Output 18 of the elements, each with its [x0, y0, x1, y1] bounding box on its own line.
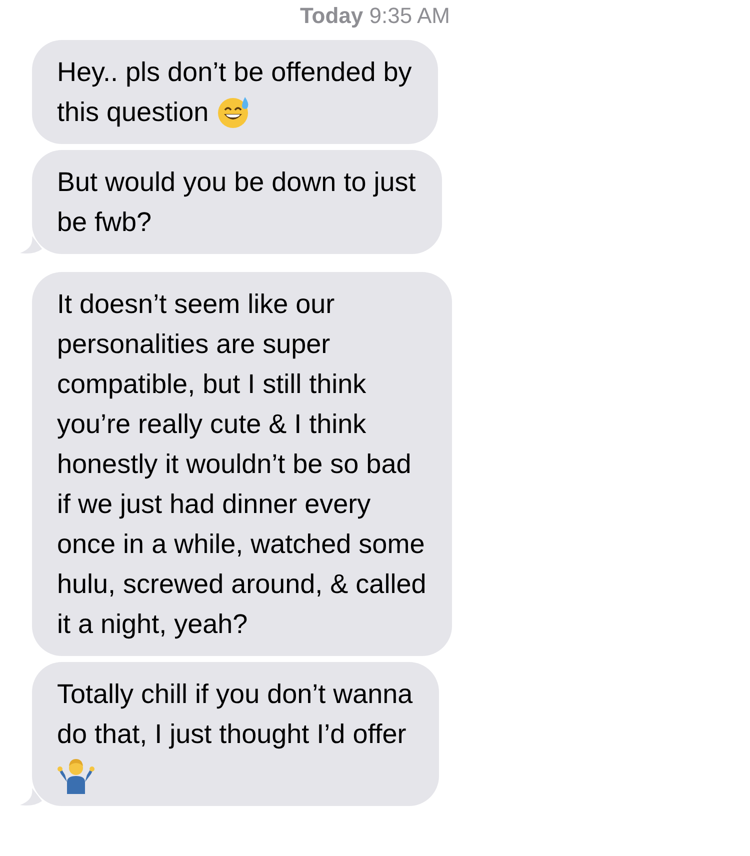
message-line: compatible, but I still think: [57, 368, 366, 401]
message-line: honestly it wouldn’t be so bad: [57, 448, 412, 481]
message-line: once in a while, watched some: [57, 528, 425, 561]
message-line: Totally chill if you don’t wanna: [57, 678, 413, 711]
message-line: be fwb?: [57, 206, 152, 239]
message-line: personalities are super: [57, 328, 330, 361]
message-timestamp: Today 9:35 AM: [300, 4, 450, 28]
message-line: Hey.. pls don’t be offended by: [57, 56, 412, 89]
message-line: But would you be down to just: [57, 166, 416, 199]
smiling-face-icon: [216, 95, 251, 129]
message-line: do that, I just thought I’d offer: [57, 718, 406, 751]
message-line: if we just had dinner every: [57, 488, 371, 521]
shrugging-figure-icon: [57, 758, 95, 794]
message-line: you’re really cute & I think: [57, 408, 366, 441]
message-line: It doesn’t seem like our: [57, 288, 335, 321]
message-line: this question: [57, 96, 209, 129]
message-line: it a night, yeah?: [57, 608, 248, 641]
message-line: hulu, screwed around, & called: [57, 568, 426, 601]
